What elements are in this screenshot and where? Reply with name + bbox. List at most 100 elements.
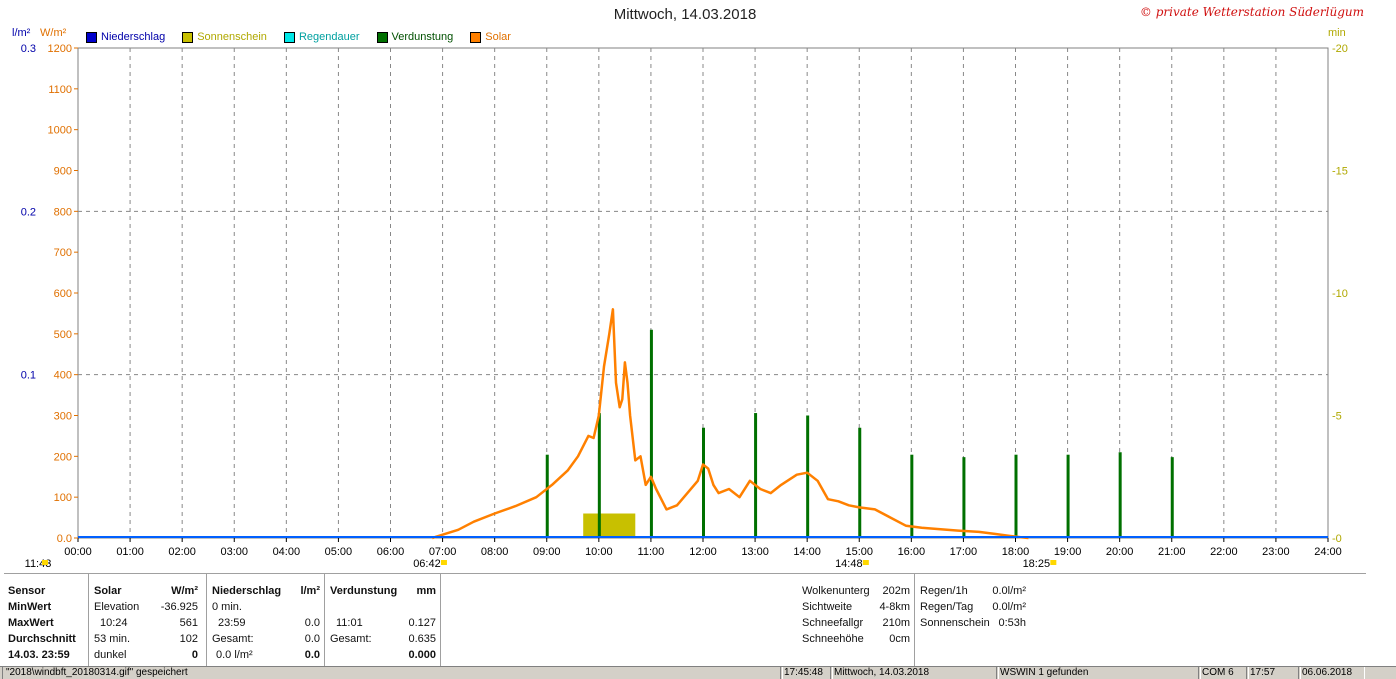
y-tick-label-solar: 300 (54, 411, 72, 423)
niederschlag-value: 0.0 (304, 649, 320, 661)
x-tick-label: 02:00 (168, 546, 196, 558)
verdunstung-bar (1118, 452, 1122, 538)
verdunstung-bar (858, 427, 862, 538)
solar-value: 0 (191, 649, 198, 661)
legend-item-verdunstung: Verdunstung (376, 31, 453, 43)
sensor-header: Sensor (8, 585, 46, 597)
verdunstung-bar (702, 427, 705, 538)
niederschlag-header: Niederschlag (212, 585, 282, 597)
x-tick-label: 11:00 (638, 546, 665, 558)
status-time: 17:45:48 (780, 667, 833, 679)
legend-swatch (182, 31, 194, 43)
legend-swatch (283, 31, 295, 43)
legend-item-solar: Solar (470, 31, 511, 43)
sensor-column: Sensor MinWert MaxWert Durchschnitt 14.0… (8, 583, 76, 663)
y-tick-label-min: -0 (1332, 533, 1342, 545)
y-tick-label-solar: 400 (54, 370, 72, 382)
status-today: 06.06.2018 (1298, 667, 1365, 679)
sun-marker-icon (862, 560, 869, 565)
verdunstung-value: 0.635 (408, 633, 436, 645)
solar-value: -36.925 (160, 601, 198, 613)
x-tick-label: 19:00 (1054, 546, 1082, 558)
wolken-value: 210m (882, 617, 910, 629)
x-tick-label: 10:00 (585, 546, 613, 558)
wolken-value: 202m (882, 585, 910, 597)
verdunstung-bar (806, 415, 810, 538)
x-tick-label: 00:00 (64, 546, 92, 558)
y-tick-label-min: -20 (1332, 43, 1348, 55)
legend-label: Niederschlag (101, 31, 166, 43)
legend-item-niederschlag: Niederschlag (86, 31, 165, 43)
sun-marker-icon (42, 560, 48, 565)
x-tick-label: 20:00 (1106, 546, 1134, 558)
legend-item-regendauer: Regendauer (283, 31, 360, 43)
legend-label: Regendauer (298, 31, 360, 43)
niederschlag-value: 0.0 (304, 633, 320, 645)
niederschlag-label: Gesamt: (212, 633, 254, 645)
x-tick-label: 23:00 (1262, 546, 1290, 558)
niederschlag-column: Niederschlag l/m² 0 min. 23:59 0.0 Gesamt:… (212, 583, 320, 663)
x-tick-label: 08:00 (481, 546, 509, 558)
niederschlag-label: 0 min. (212, 601, 242, 613)
verdunstung-bar (1170, 457, 1174, 538)
verdunstung-bar (649, 329, 653, 538)
sun-marker-icon (440, 560, 447, 565)
status-date: Mittwoch, 14.03.2018 (830, 667, 999, 679)
legend-swatch (470, 31, 482, 43)
niederschlag-label: 23:59 (218, 617, 246, 629)
verdunstung-value: 0.127 (408, 617, 436, 629)
y-axis-label-solar: W/m² (40, 27, 67, 39)
x-tick-label: 22:00 (1210, 546, 1238, 558)
y-tick-label-rain: 0.2 (21, 206, 36, 218)
x-tick-label: 13:00 (741, 546, 769, 558)
y-axis-label-rain: l/m² (12, 27, 31, 39)
y-axis-label-min: min (1328, 27, 1346, 39)
solar-value: 561 (179, 617, 198, 629)
y-tick-label-solar: 1200 (48, 43, 72, 55)
solar-column: Solar W/m² Elevation -36.925 10:24 561 53 m… (94, 583, 202, 663)
verdunstung-bar (1014, 454, 1018, 538)
x-tick-label: 15:00 (845, 546, 873, 558)
regen-label: Regen/1h (920, 585, 968, 597)
solar-unit: W/m² (171, 585, 198, 597)
verdunstung-column: Verdunstung mm 11:01 0.127 Gesamt: 0.635 0.… (330, 583, 436, 663)
status-device: WSWIN 1 gefunden (996, 667, 1201, 679)
sensor-row: 14.03. 23:59 (8, 649, 70, 661)
wolken-column: Wolkenunterg 202m Sichtweite 4-8km Schneef… (802, 583, 910, 647)
y-tick-label-solar: 700 (54, 247, 72, 259)
legend: Niederschlag Sonnenschein Regendauer Ver… (86, 31, 528, 43)
status-port: COM 6 (1198, 667, 1249, 679)
y-tick-label-min: -5 (1332, 411, 1342, 423)
time-marker-label: 06:42 (413, 558, 441, 570)
verdunstung-bar (1066, 454, 1070, 538)
sensor-row: Durchschnitt (8, 633, 76, 645)
x-tick-label: 04:00 (273, 546, 301, 558)
status-clock: 17:57 (1246, 667, 1301, 679)
wolken-label: Schneehöhe (802, 633, 864, 645)
verdunstung-label: Gesamt: (330, 633, 372, 645)
niederschlag-value: 0.0 (304, 617, 320, 629)
y-tick-label-solar: 1000 (48, 125, 72, 137)
x-tick-label: 05:00 (325, 546, 353, 558)
x-tick-label: 17:00 (950, 546, 978, 558)
x-tick-label: 09:00 (533, 546, 561, 558)
y-tick-label-solar: 200 (54, 451, 72, 463)
verdunstung-header: Verdunstung (330, 585, 398, 597)
verdunstung-value: 0.000 (408, 649, 436, 661)
solar-label: 10:24 (100, 617, 128, 629)
x-tick-label: 14:00 (793, 546, 821, 558)
y-tick-label-min: -15 (1332, 166, 1348, 178)
solar-header: Solar (94, 585, 122, 597)
solar-label: 53 min. (94, 633, 131, 645)
x-tick-label: 07:00 (429, 546, 457, 558)
wolken-value: 0cm (889, 633, 910, 645)
time-marker-label: 14:48 (835, 558, 863, 570)
y-tick-label-solar: 0.0 (57, 533, 72, 545)
wolken-label: Schneefallgr (802, 617, 864, 629)
x-tick-label: 18:00 (1002, 546, 1030, 558)
y-tick-label-solar: 900 (54, 166, 72, 178)
niederschlag-unit: l/m² (300, 585, 320, 597)
x-tick-label: 12:00 (689, 546, 717, 558)
x-tick-label: 21:00 (1158, 546, 1186, 558)
x-tick-label: 01:00 (116, 546, 144, 558)
